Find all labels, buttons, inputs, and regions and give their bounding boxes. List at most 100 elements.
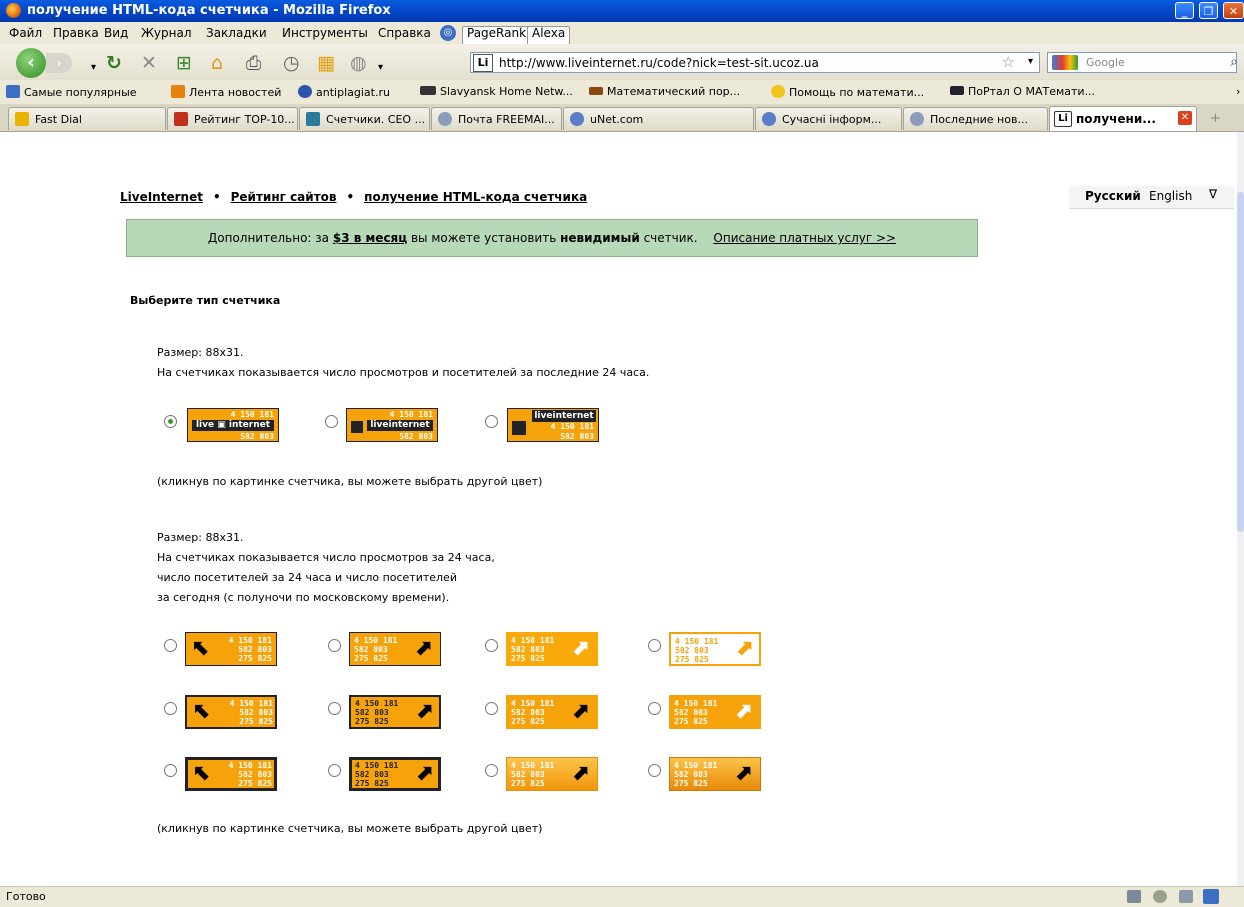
tab-modern-info[interactable]: Сучасні інформ... — [755, 107, 902, 130]
arrow-up-right-icon: ⬈ — [734, 699, 753, 724]
bookmark-item[interactable]: Помощь по математи... — [771, 85, 924, 99]
counter-radio[interactable] — [328, 702, 341, 715]
restore-button[interactable]: ❐ — [1199, 2, 1218, 19]
address-url[interactable]: http://www.liveinternet.ru/code?nick=tes… — [499, 56, 819, 70]
globe-icon[interactable]: ◍ — [350, 53, 367, 73]
search-icon[interactable]: ⌕ — [1230, 54, 1238, 70]
new-tab-button[interactable]: + — [1210, 111, 1221, 126]
counter-badge[interactable]: 4 150 181 582 803 275 825 ⬈ — [349, 757, 441, 791]
counter-radio[interactable] — [164, 764, 177, 777]
breadcrumb-rating-link[interactable]: Рейтинг сайтов — [231, 190, 337, 204]
menu-tools[interactable]: Инструменты — [282, 26, 368, 40]
globe-dropdown-icon[interactable]: ▾ — [378, 58, 383, 78]
window-title: получение HTML-кода счетчика - Mozilla F… — [27, 3, 391, 18]
tab-active-counter-code[interactable]: Li получени... ✕ — [1049, 106, 1197, 131]
tab-counters[interactable]: Счетчики. СЕО ... — [299, 107, 430, 130]
settings-icon[interactable] — [1153, 890, 1167, 903]
counter-badge[interactable]: ⬉ 4 150 181 582 803 275 825 — [185, 757, 277, 791]
counter-badge[interactable]: 4 150 181 582 803 275 825 ⬈ — [669, 695, 761, 729]
menu-file[interactable]: Файл — [9, 26, 42, 40]
cdc-icon — [420, 86, 436, 95]
back-button[interactable]: ‹ — [16, 48, 46, 78]
addon-icon[interactable] — [1127, 890, 1141, 903]
bookmark-item[interactable]: ПоРтал О МАТемати... — [950, 85, 1095, 98]
firefox-icon — [6, 3, 21, 18]
counter-radio[interactable] — [485, 639, 498, 652]
gear-icon[interactable] — [1179, 890, 1193, 903]
print-icon[interactable]: ⎙ — [246, 53, 261, 73]
counter-badge[interactable]: liveinternet 4 150 181 582 803 — [507, 408, 599, 442]
counter-badge[interactable]: 4 150 181 582 803 275 825 ⬈ — [349, 632, 441, 666]
bookmark-item[interactable]: Математический пор... — [589, 85, 740, 98]
close-button[interactable]: ✕ — [1223, 2, 1244, 19]
scrollbar-thumb[interactable] — [1237, 192, 1244, 532]
tab-fast-dial[interactable]: Fast Dial — [8, 107, 166, 130]
counter-radio[interactable] — [485, 702, 498, 715]
alexa-pill[interactable]: Alexa — [527, 26, 571, 46]
counter-badge[interactable]: 4 150 181 582 803 275 825 ⬈ — [669, 632, 761, 666]
counter-badge[interactable]: ⬉ 4 150 181 582 803 275 825 — [185, 632, 277, 666]
counter-badge[interactable]: 4 150 181 582 803 275 825 ⬈ — [506, 695, 598, 729]
bookmark-item[interactable]: Самые популярные — [6, 85, 137, 99]
tab-mail[interactable]: Почта FREEMAI... — [431, 107, 562, 130]
counter-badge[interactable]: 4 150 181 582 803 275 825 ⬈ — [506, 632, 598, 666]
breadcrumb-home-link[interactable]: LiveInternet — [120, 190, 203, 204]
bookmark-star-icon[interactable]: ☆ — [1002, 53, 1015, 71]
seo-tool-icon[interactable] — [1203, 889, 1219, 904]
reload-icon[interactable]: ↻ — [106, 53, 122, 73]
menu-view[interactable]: Вид — [104, 26, 128, 40]
stop-icon[interactable]: ✕ — [141, 53, 157, 73]
breadcrumb-current-link[interactable]: получение HTML-кода счетчика — [364, 190, 587, 204]
promo-price-link[interactable]: $3 в месяц — [333, 231, 407, 245]
speed-dial-icon[interactable]: ▦ — [317, 53, 335, 73]
lang-english[interactable]: English — [1149, 189, 1192, 203]
counter-radio[interactable] — [164, 702, 177, 715]
close-tab-icon[interactable]: ✕ — [1178, 111, 1192, 125]
tab-rating[interactable]: Рейтинг TOP-10... — [167, 107, 298, 130]
counter-radio[interactable] — [164, 639, 177, 652]
counter-radio[interactable] — [485, 764, 498, 777]
minimize-button[interactable]: _ — [1175, 2, 1194, 19]
counter-radio[interactable] — [648, 764, 661, 777]
counter-radio[interactable] — [648, 639, 661, 652]
counter-radio[interactable] — [328, 764, 341, 777]
page-content: LiveInternet • Рейтинг сайтов • получение HT… — [0, 132, 1244, 886]
pagerank-logo-icon[interactable]: ◎ — [440, 25, 456, 41]
lang-russian[interactable]: Русский — [1085, 189, 1141, 203]
history-clock-icon[interactable]: ◷ — [283, 53, 300, 73]
home-icon[interactable]: ⌂ — [211, 53, 223, 73]
new-tab-icon[interactable]: ⊞ — [176, 53, 192, 73]
tab-latest-news[interactable]: Последние нов... — [903, 107, 1048, 130]
menu-edit[interactable]: Правка — [53, 26, 99, 40]
counter-badge[interactable]: ⬉ 4 150 181 582 803 275 825 — [185, 695, 277, 729]
paid-services-link[interactable]: Описание платных услуг >> — [713, 231, 896, 245]
counter-badge[interactable]: 4 150 181 live ▣ internet 582 803 — [187, 408, 279, 442]
bookmark-item[interactable]: antiplagiat.ru — [298, 85, 390, 99]
promo-banner: Дополнительно: за $3 в месяц вы можете у… — [126, 219, 978, 257]
counter-radio[interactable] — [485, 415, 498, 428]
bookmark-item[interactable]: Лента новостей — [171, 85, 281, 99]
counter-badge[interactable]: 4 150 181 582 803 275 825 ⬈ — [349, 695, 441, 729]
menu-bookmarks[interactable]: Закладки — [206, 26, 267, 40]
history-dropdown-icon[interactable]: ▾ — [91, 58, 96, 78]
vertical-scrollbar[interactable] — [1237, 132, 1244, 886]
google-icon[interactable] — [1052, 55, 1078, 70]
address-bar[interactable]: Li http://www.liveinternet.ru/code?nick=… — [470, 52, 1040, 73]
search-box[interactable]: Google ⌕ — [1047, 52, 1238, 73]
counter-badge[interactable]: 4 150 181 liveinternet 582 803 — [346, 408, 438, 442]
counter-badge[interactable]: 4 150 181 582 803 275 825 ⬈ — [669, 757, 761, 791]
forward-button[interactable]: › — [46, 53, 72, 73]
bookmark-item[interactable]: Slavyansk Home Netw... — [420, 85, 573, 98]
menu-history[interactable]: Журнал — [141, 26, 192, 40]
pagerank-pill[interactable]: PageRank — [462, 26, 532, 46]
counter-radio[interactable] — [328, 639, 341, 652]
menu-help[interactable]: Справка — [378, 26, 431, 40]
tab-unet[interactable]: uNet.com — [563, 107, 754, 130]
counter-badge[interactable]: 4 150 181 582 803 275 825 ⬈ — [506, 757, 598, 791]
counter-radio[interactable] — [164, 415, 177, 428]
lang-dropdown-icon[interactable]: ∇ — [1209, 187, 1217, 201]
bookmarks-overflow-icon[interactable]: › — [1236, 85, 1240, 98]
counter-radio[interactable] — [325, 415, 338, 428]
counter-radio[interactable] — [648, 702, 661, 715]
url-dropdown-icon[interactable]: ▾ — [1028, 56, 1033, 67]
